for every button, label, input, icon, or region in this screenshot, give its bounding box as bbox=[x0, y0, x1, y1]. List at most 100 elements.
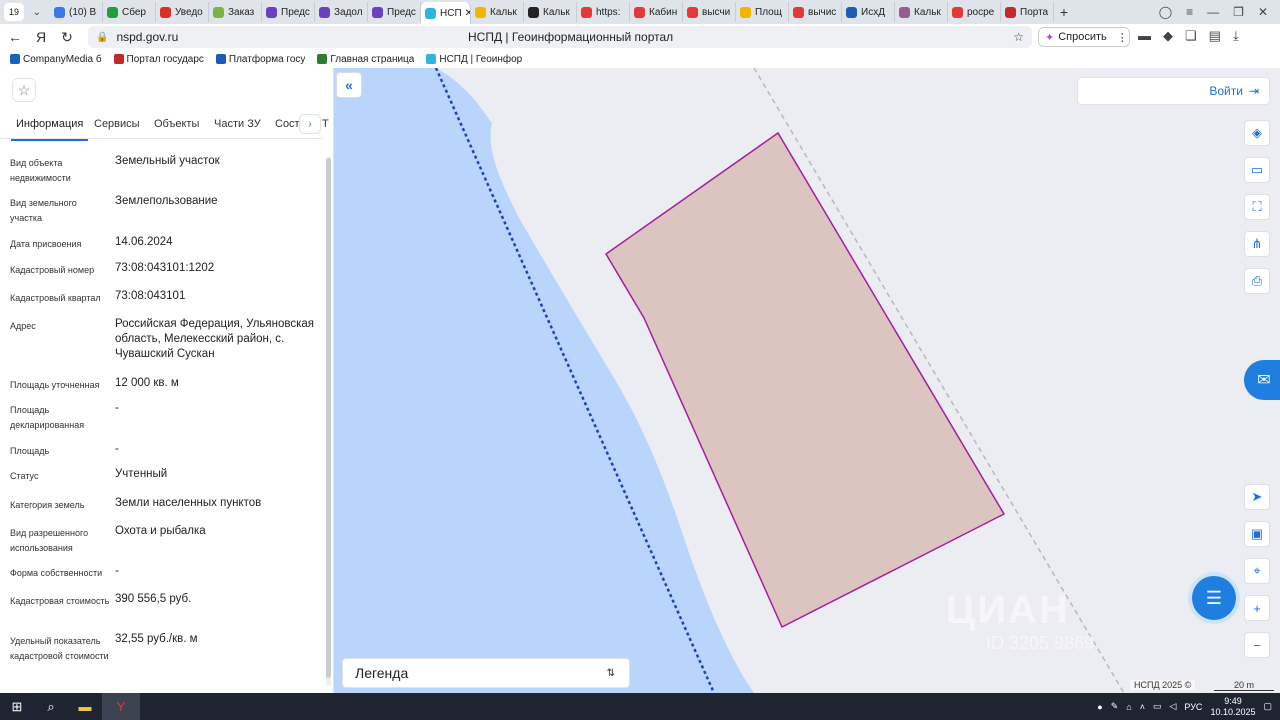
login-label: Войти bbox=[1209, 84, 1243, 98]
file-explorer-icon[interactable]: ▬ bbox=[68, 693, 102, 720]
chat-button[interactable]: ☰ bbox=[1192, 576, 1236, 620]
browser-tab[interactable]: Заказ bbox=[209, 2, 262, 22]
downloads-icon[interactable]: ⤓ bbox=[1233, 28, 1239, 44]
show-hidden-icon[interactable]: ˄ bbox=[1140, 702, 1145, 712]
login-button[interactable]: Войти ⇥ bbox=[1077, 77, 1270, 105]
bookmark-icon[interactable]: ☆ bbox=[1013, 30, 1024, 44]
bookmark-item[interactable]: Главная страница bbox=[317, 54, 414, 65]
browser-tab[interactable]: Задол bbox=[315, 2, 368, 22]
browser-tab[interactable]: https: bbox=[577, 2, 630, 22]
bookmark-favicon-icon bbox=[113, 54, 124, 64]
ask-button[interactable]: ✦ Спросить ⋮ bbox=[1038, 27, 1130, 47]
browser-tab[interactable]: Кабин bbox=[630, 2, 683, 22]
browser-tab[interactable]: (10) В bbox=[50, 2, 103, 22]
yandex-browser-icon[interactable]: Y bbox=[102, 693, 140, 720]
legend-label: Легенда bbox=[355, 665, 409, 681]
tab-information[interactable]: Информация bbox=[10, 118, 89, 141]
browser-tab[interactable]: росре bbox=[948, 2, 1001, 22]
browser-tab[interactable]: Сбер bbox=[103, 2, 156, 22]
network-icon[interactable]: ▭ bbox=[1153, 701, 1162, 712]
url-field[interactable]: 🔒 nspd.gov.ru НСПД | Геоинформационный п… bbox=[88, 26, 1032, 48]
minimap-button[interactable]: ▣ bbox=[1244, 521, 1270, 547]
browser-tab[interactable]: Кальк bbox=[895, 2, 948, 22]
pdf-icon[interactable]: ▤ bbox=[1209, 28, 1221, 44]
tab-count-badge[interactable]: 19 bbox=[4, 3, 24, 21]
tab-objects[interactable]: Объекты bbox=[154, 118, 199, 130]
layers-button[interactable]: ◈ bbox=[1244, 120, 1270, 146]
extension-icon[interactable]: ▬ bbox=[1138, 28, 1151, 44]
page-title: НСПД | Геоинформационный портал bbox=[468, 30, 674, 44]
search-icon[interactable]: ⌕ bbox=[34, 693, 68, 720]
select-area-button[interactable]: ⛶ bbox=[1244, 194, 1270, 220]
browser-tab[interactable]: Порта bbox=[1001, 2, 1054, 22]
antivirus-icon[interactable]: ● bbox=[1097, 702, 1102, 712]
bookmark-item[interactable]: CompanyMedia б bbox=[10, 54, 102, 65]
browser-tab[interactable]: высчи bbox=[683, 2, 736, 22]
print-button[interactable]: ⎙ bbox=[1244, 268, 1270, 294]
browser-tab[interactable]: Предс bbox=[262, 2, 315, 22]
browser-tab-strip: 19 ⌄ (10) В Сбер Уведо Заказ Предс Задол Предс… bbox=[0, 0, 1280, 24]
menu-icon[interactable]: ≡ bbox=[1186, 5, 1193, 19]
tab-favicon-icon bbox=[899, 6, 910, 18]
geolocation-icon: ⌖ bbox=[1253, 563, 1261, 578]
new-tab-button[interactable]: + bbox=[1054, 4, 1074, 20]
tab-label: https: bbox=[596, 6, 621, 18]
extension2-icon[interactable]: ◆ bbox=[1163, 28, 1173, 44]
browser-tab[interactable]: Уведо bbox=[156, 2, 209, 22]
tab-favicon-icon bbox=[54, 6, 65, 18]
map-view[interactable]: ЦИАН ID 3205 9869 « Войти ⇥ ◈ ▭ ⛶ ⋔ ⎙ ✉ … bbox=[334, 68, 1280, 693]
browser-tab[interactable]: Кальк bbox=[524, 2, 577, 22]
volume-icon[interactable]: ◁ bbox=[1169, 701, 1176, 712]
browser-toolbar: ▬ ◆ ❏ ▤ ⤓ bbox=[1138, 28, 1239, 44]
info-row-value: Земельный участок bbox=[115, 155, 220, 167]
panel-tabs: Информация Сервисы Объекты Части ЗУ Сост… bbox=[0, 112, 334, 141]
share-button[interactable]: ⋔ bbox=[1244, 231, 1270, 257]
profile-icon[interactable]: ◯ bbox=[1159, 5, 1172, 19]
taskbar: ⊞ ⌕ ▬ Y ● ✎ ⌂ ˄ ▭ ◁ РУС 9:49 10.10.2025 … bbox=[0, 693, 1280, 720]
scrollbar-thumb[interactable] bbox=[326, 158, 331, 678]
bookmark-item[interactable]: Платформа госу bbox=[215, 54, 305, 65]
tab-list-chevron-icon[interactable]: ⌄ bbox=[28, 3, 46, 21]
tab-label: НСП bbox=[440, 7, 462, 19]
usb-icon[interactable]: ⌂ bbox=[1126, 702, 1131, 712]
collapse-panel-button[interactable]: « bbox=[336, 72, 362, 98]
restore-icon[interactable]: ❐ bbox=[1233, 5, 1244, 19]
tab-services[interactable]: Сервисы bbox=[94, 118, 140, 130]
back-button[interactable]: ← bbox=[2, 29, 28, 45]
favorite-star-icon[interactable]: ☆ bbox=[12, 78, 36, 102]
tab-label: росре bbox=[967, 6, 995, 18]
bookmark-item[interactable]: НСПД | Геоинфор bbox=[426, 54, 522, 65]
tab-parts[interactable]: Части ЗУ bbox=[214, 118, 261, 130]
browser-tab[interactable]: Предс bbox=[368, 2, 421, 22]
plus-icon: + bbox=[1253, 600, 1261, 616]
language-indicator[interactable]: РУС bbox=[1184, 702, 1202, 712]
browser-tab[interactable]: Площ bbox=[736, 2, 789, 22]
browser-tab[interactable]: вычис bbox=[789, 2, 842, 22]
ruler-button[interactable]: ▭ bbox=[1244, 157, 1270, 183]
zoom-out-button[interactable]: − bbox=[1244, 632, 1270, 658]
reload-button[interactable]: ↻ bbox=[54, 29, 80, 46]
bookmark-favicon-icon bbox=[215, 54, 226, 64]
browser-tab[interactable]: Кальк bbox=[471, 2, 524, 22]
close-window-icon[interactable]: ✕ bbox=[1258, 5, 1268, 19]
yandex-icon[interactable]: Я bbox=[28, 29, 54, 45]
tab-favicon-icon bbox=[687, 6, 698, 18]
tab-favicon-icon bbox=[266, 6, 277, 18]
browser-tab[interactable]: ИсхД bbox=[842, 2, 895, 22]
windows-start-icon[interactable]: ⊞ bbox=[0, 693, 34, 720]
browser-tab[interactable]: НСП✕ bbox=[421, 2, 471, 24]
zoom-in-button[interactable]: + bbox=[1244, 595, 1270, 621]
feedback-tab[interactable]: ✉ bbox=[1244, 360, 1280, 400]
layers-icon: ◈ bbox=[1252, 125, 1262, 140]
collections-icon[interactable]: ❏ bbox=[1185, 28, 1197, 44]
locate-button[interactable]: ➤ bbox=[1244, 484, 1270, 510]
pen-icon[interactable]: ✎ bbox=[1111, 701, 1119, 712]
geolocation-button[interactable]: ⌖ bbox=[1244, 558, 1270, 584]
clock[interactable]: 9:49 10.10.2025 bbox=[1210, 696, 1255, 718]
tabs-scroll-right-icon[interactable]: › bbox=[299, 114, 321, 134]
minimize-icon[interactable]: — bbox=[1207, 5, 1219, 19]
info-row-value: 73:08:043101 bbox=[115, 290, 186, 302]
legend-dropdown[interactable]: Легенда ⇅ bbox=[342, 658, 630, 688]
notifications-icon[interactable]: ▢ bbox=[1263, 701, 1272, 712]
bookmark-item[interactable]: Портал государс bbox=[113, 54, 204, 65]
